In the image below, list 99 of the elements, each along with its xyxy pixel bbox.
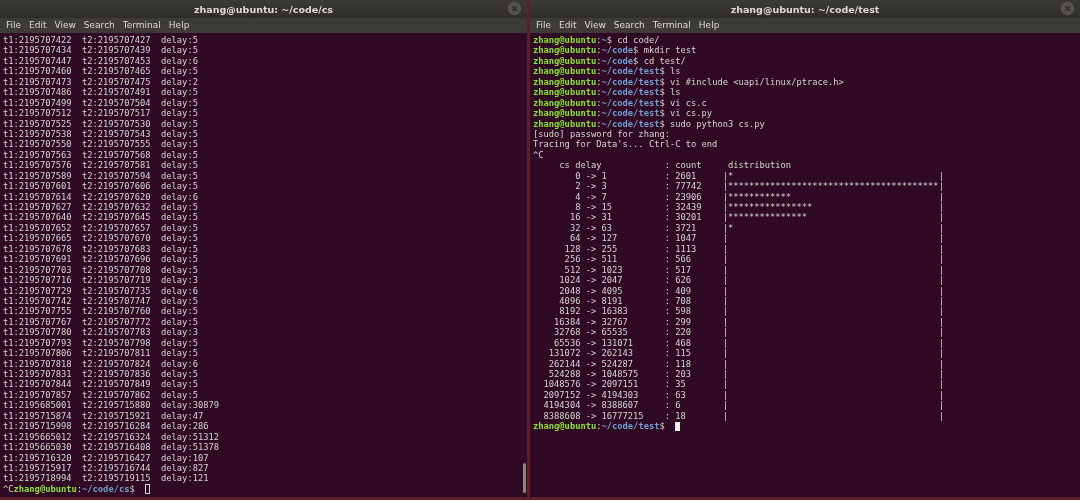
menu-item[interactable]: Help <box>694 19 724 32</box>
terminal-line: t1:2195707678 t2:2195707683 delay:5 <box>3 243 198 255</box>
terminal-line: zhang@ubuntu:~/code/test$ vi cs.c <box>533 97 707 109</box>
terminal-line: t1:2195707831 t2:2195707836 delay:5 <box>3 369 198 380</box>
terminal-line: t1:2195707460 t2:2195707465 delay:5 <box>3 66 198 77</box>
terminal-line: t1:2195707473 t2:2195707475 delay:2 <box>3 76 198 88</box>
terminal-line: t1:2195707767 t2:2195707772 delay:5 <box>3 316 198 328</box>
terminal-line: 1024 -> 2047 : 626 | | <box>558 275 944 286</box>
terminal-line: zhang@ubuntu:~/code/test$ vi cs.py <box>533 108 713 119</box>
terminal-line: t1:2195707589 t2:2195707594 delay:5 <box>3 170 198 182</box>
scrollbar[interactable] <box>523 463 526 493</box>
terminal-line: t1:2195715998 t2:2195716284 delay:286 <box>3 421 209 432</box>
close-icon[interactable] <box>1061 2 1074 15</box>
terminal-line: t1:2195707691 t2:2195707696 delay:5 <box>3 254 198 265</box>
terminal-line: 8 -> 15 : 32439 |**************** | <box>575 202 944 213</box>
terminal-line: 2097152 -> 4194303 : 63 | | <box>542 389 944 401</box>
menu-item[interactable]: View <box>580 19 610 32</box>
terminal-line: t1:2195707844 t2:2195707849 delay:5 <box>3 379 198 390</box>
terminal-line: t1:2195707818 t2:2195707824 delay:6 <box>3 358 198 369</box>
terminal-line: 32 -> 63 : 3721 |* | <box>568 222 944 234</box>
menu-item[interactable]: Edit <box>25 19 51 32</box>
terminal-line: t1:2195707755 t2:2195707760 delay:5 <box>3 306 198 317</box>
terminal-line: 0 -> 1 : 2601 |* | <box>574 170 944 182</box>
terminal-line: 4 -> 7 : 23906 |************ | <box>574 191 944 202</box>
terminal-line: t1:2195707434 t2:2195707439 delay:5 <box>3 45 198 56</box>
terminal-line: t1:2195707652 t2:2195707657 delay:5 <box>3 222 198 234</box>
terminal-line: t1:2195707447 t2:2195707453 delay:6 <box>3 55 198 67</box>
menu-item[interactable]: View <box>50 19 80 32</box>
terminal-line: zhang@ubuntu:~$ cd code/ <box>533 35 660 46</box>
terminal-line: cs delay : count distribution <box>558 160 792 171</box>
terminal-line: zhang@ubuntu:~/code/test$ vi #include <uapi/linux/ptrace.h> <box>533 76 844 88</box>
terminal-line: ^C <box>533 149 544 161</box>
terminal-line: 256 -> 511 : 566 | | <box>563 254 944 265</box>
terminal-line: zhang@ubuntu:~/code/test$ sudo python3 cs.py <box>533 118 765 129</box>
menu-item[interactable]: Terminal <box>118 19 165 32</box>
terminal-line: t1:2195707716 t2:2195707719 delay:3 <box>3 275 198 286</box>
terminal-line: Tracing for Data's... Ctrl-C to end <box>533 139 718 150</box>
terminal-line: t1:2195718994 t2:2195719115 delay:121 <box>3 473 209 484</box>
terminal-line: 65536 -> 131071 : 468 | | <box>553 337 944 349</box>
menu-item[interactable]: Terminal <box>648 19 695 32</box>
terminal-line: 4194304 -> 8388607 : 6 | | <box>542 400 944 411</box>
window-title: zhang@ubuntu: ~/code/test <box>730 3 880 15</box>
terminal-line: 4096 -> 8191 : 708 | | <box>558 295 944 307</box>
terminal-line: t1:2195707793 t2:2195707798 delay:5 <box>3 337 198 349</box>
terminal-line: zhang@ubuntu:~/code$ mkdir test <box>533 45 697 56</box>
terminal-line: t1:2195707640 t2:2195707645 delay:5 <box>3 212 198 223</box>
terminal-line: 8388608 -> 16777215 : 18 | | <box>542 410 944 422</box>
terminal-line: t1:2195707563 t2:2195707568 delay:5 <box>3 149 198 161</box>
terminal-line: t1:2195707576 t2:2195707581 delay:5 <box>3 160 198 171</box>
terminal-line: t1:2195665030 t2:2195716408 delay:51378 <box>3 442 219 453</box>
menu-item[interactable]: Search <box>79 19 119 32</box>
terminal-line: t1:2195707742 t2:2195707747 delay:5 <box>3 295 198 307</box>
terminal-line: t1:2195707486 t2:2195707491 delay:5 <box>3 87 198 98</box>
menu-item[interactable]: File <box>2 19 26 32</box>
terminal-line: t1:2195707806 t2:2195707811 delay:5 <box>3 348 198 359</box>
terminal-line: t1:2195707525 t2:2195707530 delay:5 <box>3 118 198 129</box>
terminal-line: t1:2195707627 t2:2195707632 delay:5 <box>3 202 198 213</box>
menu-item[interactable]: Search <box>609 19 649 32</box>
terminal-line: t1:2195707857 t2:2195707862 delay:5 <box>3 389 198 401</box>
terminal-line: t1:2195716320 t2:2195716427 delay:107 <box>3 452 209 463</box>
terminal-line: 2 -> 3 : 77742 |****************************************| <box>574 181 944 192</box>
terminal-line: 16384 -> 32767 : 299 | | <box>553 316 944 328</box>
terminal-line: 262144 -> 524287 : 118 | | <box>547 358 944 369</box>
terminal-line: t1:2195715917 t2:2195716744 delay:827 <box>3 462 209 474</box>
terminal-line: 32768 -> 65535 : 220 | | <box>553 327 944 338</box>
menu-item[interactable]: Edit <box>555 19 581 32</box>
terminal-line: 2048 -> 4095 : 409 | | <box>558 285 944 296</box>
terminal-line: t1:2195707780 t2:2195707783 delay:3 <box>3 327 198 338</box>
close-icon[interactable] <box>508 2 521 15</box>
terminal-line: 1048576 -> 2097151 : 35 | | <box>542 379 944 390</box>
terminal-line: t1:2195707499 t2:2195707504 delay:5 <box>3 97 198 109</box>
terminal-line: 8192 -> 16383 : 598 | | <box>558 306 944 317</box>
terminal-line: zhang@ubuntu:~/code/test$ <box>533 421 666 432</box>
terminal-line: t1:2195665012 t2:2195716324 delay:51312 <box>3 431 219 443</box>
terminal-line: zhang@ubuntu:~/code/test$ ls <box>533 87 681 98</box>
terminal-line: t1:2195707538 t2:2195707543 delay:5 <box>3 128 198 140</box>
terminal-line: zhang@ubuntu:~/code$ cd test/ <box>533 55 686 67</box>
terminal-line: t1:2195707665 t2:2195707670 delay:5 <box>3 233 198 244</box>
terminal-line: zhang@ubuntu:~/code/test$ ls <box>533 66 681 77</box>
terminal-line: t1:2195707550 t2:2195707555 delay:5 <box>3 139 198 150</box>
menu-item[interactable]: Help <box>164 19 194 32</box>
terminal-line: t1:2195707729 t2:2195707735 delay:6 <box>3 285 198 296</box>
terminal-line: t1:2195707703 t2:2195707708 delay:5 <box>3 264 198 276</box>
terminal-line: t1:2195707422 t2:2195707427 delay:5 <box>3 35 198 46</box>
menu-item[interactable]: File <box>532 19 556 32</box>
terminal-line: t1:2195685001 t2:2195715880 delay:30879 <box>3 400 219 411</box>
terminal-line: ^Czhang@ubuntu:~/code/cs$ <box>3 483 136 495</box>
terminal-line: t1:2195707512 t2:2195707517 delay:5 <box>3 108 198 119</box>
terminal-line: 64 -> 127 : 1047 | | <box>568 233 944 244</box>
terminal-line: t1:2195715874 t2:2195715921 delay:47 <box>3 410 204 422</box>
terminal-line: 131072 -> 262143 : 115 | | <box>547 348 944 359</box>
terminal-line: t1:2195707614 t2:2195707620 delay:6 <box>3 191 198 202</box>
terminal-line: 512 -> 1023 : 517 | | <box>563 264 944 276</box>
terminal-line: [sudo] password for zhang: <box>533 128 670 140</box>
terminal-line: t1:2195707601 t2:2195707606 delay:5 <box>3 181 198 192</box>
terminal-line: 128 -> 255 : 1113 | | <box>563 243 944 255</box>
terminal-line: 524288 -> 1048575 : 203 | | <box>548 369 944 380</box>
terminal-line: 16 -> 31 : 30201 |*************** | <box>568 212 944 223</box>
window-title: zhang@ubuntu: ~/code/cs <box>194 3 333 15</box>
